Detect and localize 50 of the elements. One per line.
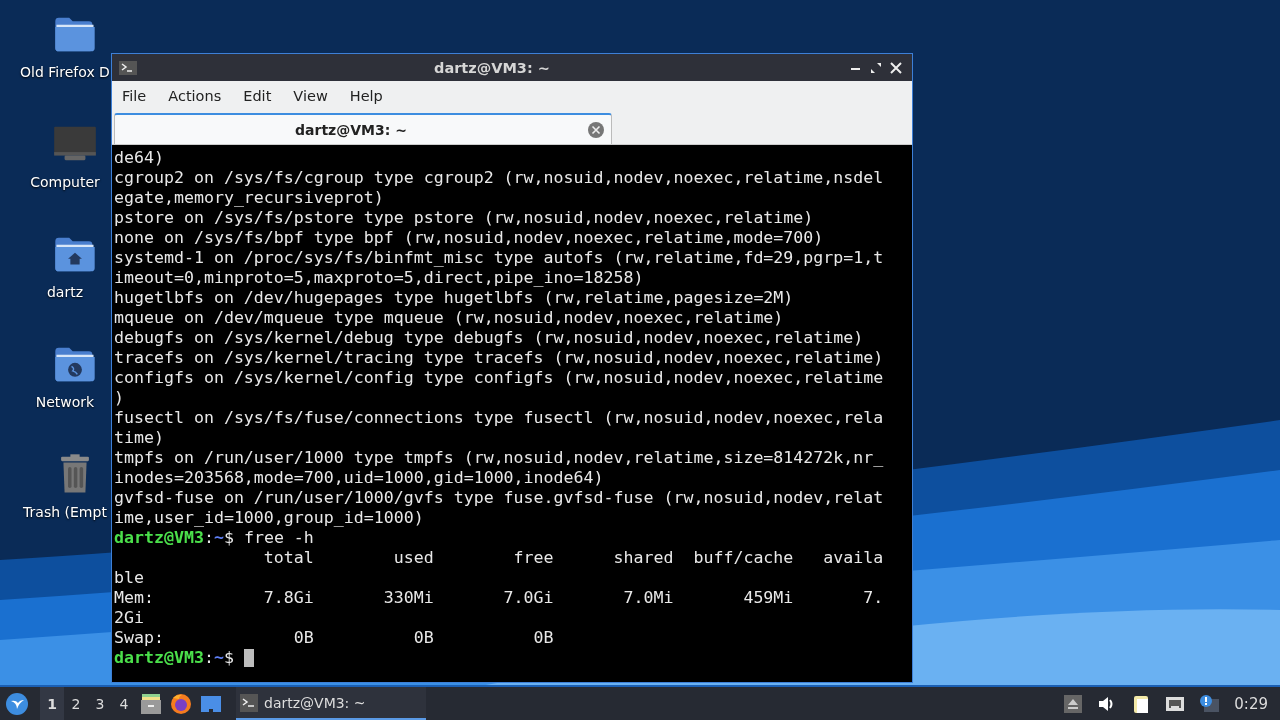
- terminal-tab[interactable]: dartz@VM3: ~: [114, 113, 612, 144]
- desktop-icon-label[interactable]: Computer: [30, 174, 100, 190]
- terminal-line: hugetlbfs on /dev/hugepages type hugetlbfs (rw,relatime,pagesize=2M): [114, 288, 794, 308]
- terminal-line: Swap: 0B 0B 0B: [114, 628, 554, 648]
- terminal-line: cgroup2 on /sys/fs/cgroup type cgroup2 (rw,nosuid,nodev,noexec,relatime,nsdel: [114, 168, 884, 188]
- workspace-button[interactable]: 2: [64, 687, 88, 720]
- terminal-line: egate,memory_recursiveprot): [114, 188, 384, 208]
- terminal-icon: [240, 693, 258, 712]
- prompt-line: dartz@VM3:~$: [114, 648, 235, 668]
- workspace-button[interactable]: 3: [88, 687, 112, 720]
- menu-item[interactable]: View: [287, 88, 340, 104]
- terminal-line: de64): [114, 148, 164, 168]
- terminal-line: total used free shared buff/cache availa: [262, 548, 884, 568]
- terminal-line: none on /sys/fs/bpf type bpf (rw,nosuid,nodev,noexec,relatime,mode=700): [114, 228, 824, 248]
- start-menu-icon[interactable]: [4, 691, 30, 716]
- desktop-icon-label[interactable]: Trash (Empt: [23, 504, 107, 520]
- terminal-line: pstore on /sys/fs/pstore type pstore (rw,nosuid,nodev,noexec,relatime): [114, 208, 814, 228]
- terminal-line: ble: [114, 568, 144, 588]
- clock[interactable]: 0:29: [1234, 694, 1268, 713]
- terminal-line: gvfsd-fuse on /run/user/1000/gvfs type fuse.gvfsd-fuse (rw,nosuid,nodev,relat: [114, 488, 884, 508]
- terminal-line: mqueue on /dev/mqueue type mqueue (rw,nosuid,nodev,noexec,relatime): [114, 308, 784, 328]
- terminal-line: ime,user_id=1000,group_id=1000): [114, 508, 424, 528]
- workspace-button[interactable]: 4: [112, 687, 136, 720]
- menu-item[interactable]: Actions: [162, 88, 234, 104]
- terminal-line: configfs on /sys/kernel/config type configfs (rw,nosuid,nodev,noexec,relatime: [114, 368, 884, 388]
- prompt-line: dartz@VM3:~$ free -h: [114, 528, 314, 548]
- terminal-line: fusectl on /sys/fs/fuse/connections type fusectl (rw,nosuid,nodev,noexec,rela: [114, 408, 884, 428]
- workspace-button[interactable]: 1: [40, 687, 64, 720]
- terminal-line: Mem: 7.8Gi 330Mi 7.0Gi 7.0Mi 459Mi 7.: [114, 588, 884, 608]
- terminal-line: systemd-1 on /proc/sys/fs/binfmt_misc type autofs (rw,relatime,fd=29,pgrp=1,t: [114, 248, 884, 268]
- menu-item[interactable]: Help: [343, 88, 395, 104]
- terminal-line: tmpfs on /run/user/1000 type tmpfs (rw,nosuid,nodev,relatime,size=814272k,nr_: [114, 448, 884, 468]
- terminal-line: ): [114, 388, 124, 408]
- terminal-line: imeout=0,minproto=5,maxproto=5,direct,pipe_ino=18258): [114, 268, 644, 288]
- terminal-line: tracefs on /sys/kernel/tracing type tracefs (rw,nosuid,nodev,noexec,relatime): [114, 348, 884, 368]
- terminal-line: debugfs on /sys/kernel/debug type debugfs (rw,nosuid,nodev,noexec,relatime): [114, 328, 864, 348]
- terminal-line: inodes=203568,mode=700,uid=1000,gid=1000,inode64): [114, 468, 604, 488]
- desktop-icon-label[interactable]: Old Firefox D: [20, 64, 110, 80]
- desktop-icon-label[interactable]: dartz: [46, 284, 84, 300]
- menu-item[interactable]: Edit: [237, 88, 284, 104]
- taskbar-task[interactable]: dartz@VM3: ~: [236, 687, 426, 720]
- terminal-line: time): [114, 428, 164, 448]
- notification-icon[interactable]: [1199, 693, 1220, 714]
- desktop-icon-label[interactable]: Network: [35, 394, 95, 410]
- browser-icon[interactable]: [168, 691, 194, 716]
- file-cabinet-icon[interactable]: [138, 691, 164, 716]
- menu-item[interactable]: File: [116, 88, 159, 104]
- window-title: dartz@VM3: ~: [433, 59, 551, 76]
- terminal-line: 2Gi: [114, 608, 144, 628]
- eject-icon[interactable]: [1063, 693, 1084, 714]
